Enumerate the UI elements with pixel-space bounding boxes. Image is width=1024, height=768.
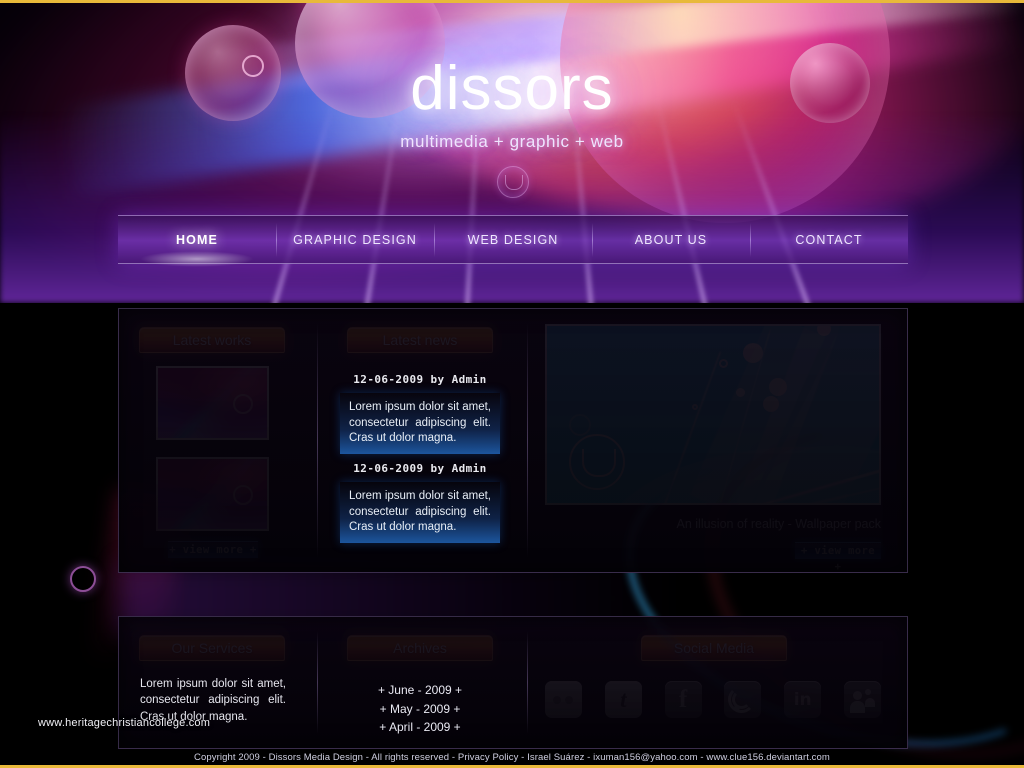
decorative-bubble-ring	[70, 566, 96, 592]
main-navigation: HOME GRAPHIC DESIGN WEB DESIGN ABOUT US …	[118, 215, 908, 267]
column-divider-1	[317, 323, 318, 558]
main-content-panel	[118, 308, 908, 573]
logo-tagline: multimedia + graphic + web	[400, 132, 624, 151]
archive-link-june[interactable]: + June - 2009 +	[347, 681, 493, 700]
archives-list: + June - 2009 + + May - 2009 + + April -…	[347, 681, 493, 737]
nav-item-contact[interactable]: CONTACT	[750, 219, 908, 261]
archive-link-april[interactable]: + April - 2009 +	[347, 718, 493, 737]
logo-text: dissors	[410, 54, 614, 123]
footer-column-divider-2	[527, 631, 528, 734]
news-item-2-date: 12-06-2009 by Admin	[353, 462, 487, 475]
footer-copyright: Copyright 2009 - Dissors Media Design - …	[194, 752, 830, 763]
news-item-1-date: 12-06-2009 by Admin	[353, 373, 487, 386]
news-item-1: 12-06-2009 by Admin Lorem ipsum dolor si…	[340, 373, 500, 454]
archive-link-may[interactable]: + May - 2009 +	[347, 700, 493, 719]
crest-emblem-icon	[497, 166, 529, 198]
brand-logo[interactable]: dissors multimedia + graphic + web	[0, 53, 1024, 152]
nav-item-home[interactable]: HOME	[118, 219, 276, 267]
news-item-2: 12-06-2009 by Admin Lorem ipsum dolor si…	[340, 462, 500, 543]
nav-item-about-us[interactable]: ABOUT US	[592, 219, 750, 261]
footer-column-divider-1	[317, 631, 318, 734]
column-divider-2	[527, 323, 528, 558]
news-item-2-text: Lorem ipsum dolor sit amet, consectetur …	[340, 482, 500, 543]
nav-item-web-design[interactable]: WEB DESIGN	[434, 219, 592, 261]
page-watermark: www.heritagechristiancollege.com	[38, 717, 211, 729]
nav-item-graphic-design[interactable]: GRAPHIC DESIGN	[276, 219, 434, 261]
news-item-1-text: Lorem ipsum dolor sit amet, consectetur …	[340, 393, 500, 454]
